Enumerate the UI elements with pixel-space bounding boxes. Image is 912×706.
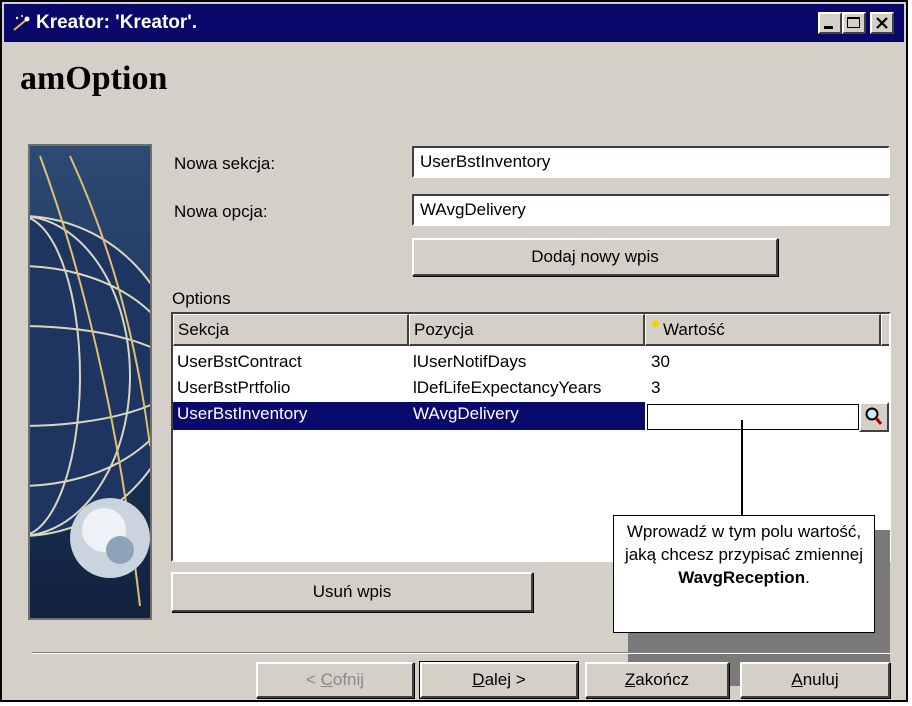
required-dot-icon (652, 320, 659, 327)
cancel-label: nuluj (802, 670, 839, 689)
window-title: Kreator: 'Kreator'. (36, 12, 198, 33)
column-header-filler (881, 314, 889, 346)
cancel-accelerator: A (791, 670, 803, 689)
cell-section: UserBstContract (177, 352, 302, 371)
footer-separator-highlight (32, 653, 890, 654)
callout-note: Wprowadź w tym polu wartość, jaką chcesz… (613, 515, 875, 633)
callout-variable: WavgReception (678, 568, 806, 587)
new-option-input[interactable]: WAvgDelivery (412, 194, 890, 226)
back-button[interactable]: < Cofnij (256, 662, 414, 698)
close-icon (872, 17, 892, 36)
wizard-icon (12, 14, 32, 32)
cell-position: lUserNotifDays (413, 352, 527, 371)
column-header-section[interactable]: Sekcja (173, 314, 409, 346)
callout-end: . (805, 568, 810, 587)
minimize-icon (820, 19, 840, 36)
remove-entry-button[interactable]: Usuń wpis (171, 572, 533, 612)
add-entry-button[interactable]: Dodaj nowy wpis (412, 238, 778, 276)
back-prefix: < (305, 670, 321, 689)
page-title: amOption (20, 60, 168, 97)
back-accelerator: C (320, 670, 333, 689)
globe-illustration (28, 144, 152, 620)
new-section-input[interactable]: UserBstInventory (412, 146, 890, 178)
column-header-value[interactable]: Wartość (645, 314, 881, 346)
value-edit-field[interactable] (647, 404, 859, 430)
finish-accelerator: Z (624, 670, 636, 689)
maximize-button[interactable] (842, 12, 866, 34)
minimize-button[interactable] (818, 12, 842, 34)
cell-section: UserBstInventory (177, 404, 308, 423)
cancel-button[interactable]: Anuluj (740, 662, 890, 698)
cell-value: 30 (651, 352, 670, 371)
next-accelerator: D (472, 670, 485, 689)
cell-value: 3 (651, 378, 661, 397)
new-option-label: Nowa opcja: (174, 202, 268, 221)
close-button[interactable] (870, 12, 894, 34)
magnifier-icon (861, 407, 887, 434)
finish-label: akończ (635, 670, 690, 689)
options-group-label: Options (172, 289, 231, 308)
cell-section: UserBstPrtfolio (177, 378, 291, 397)
next-button[interactable]: Dalej > (419, 661, 579, 699)
callout-pointer (741, 420, 743, 516)
cell-position: WAvgDelivery (413, 404, 519, 423)
new-section-label: Nowa sekcja: (174, 154, 276, 173)
lookup-button[interactable] (859, 402, 889, 432)
back-label: ofnij (332, 670, 365, 689)
column-header-position[interactable]: Pozycja (409, 314, 645, 346)
title-bar[interactable]: Kreator: 'Kreator'. (4, 4, 904, 42)
callout-text: Wprowadź w tym polu wartość, jaką chcesz… (624, 522, 864, 564)
cell-position: lDefLifeExpectancyYears (413, 378, 602, 397)
column-header-value-label: Wartość (663, 320, 725, 339)
maximize-icon (844, 17, 864, 36)
wizard-window: Kreator: 'Kreator'. amOption Nowa sekcja… (0, 0, 908, 702)
next-label: alej > (484, 670, 526, 689)
finish-button[interactable]: Zakończ (585, 662, 729, 698)
